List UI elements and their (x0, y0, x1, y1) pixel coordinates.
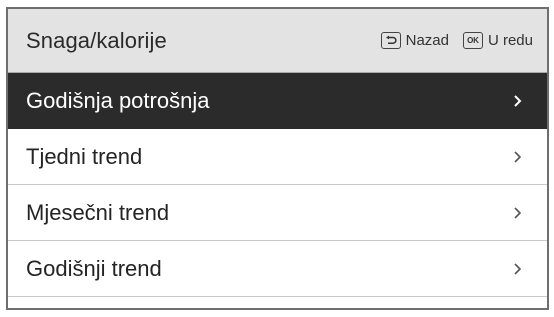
menu-item-annual-consumption[interactable]: Godišnja potrošnja (8, 73, 547, 129)
menu-item-weekly-trend[interactable]: Tjedni trend (8, 129, 547, 185)
chevron-right-icon (514, 262, 522, 275)
menu-item-label: Godišnji trend (26, 255, 162, 281)
ok-hint[interactable]: OK U redu (462, 32, 533, 49)
back-hint[interactable]: Nazad (380, 32, 449, 49)
chevron-right-icon (514, 150, 522, 163)
chevron-right-icon (514, 206, 522, 219)
page-title: Snaga/kalorije (26, 27, 167, 53)
chevron-right-icon (514, 94, 522, 107)
ok-key-icon: OK (462, 32, 483, 49)
menu-item-label: Godišnja potrošnja (26, 87, 210, 113)
ok-key-text: OK (467, 35, 479, 45)
back-label: Nazad (405, 32, 449, 49)
menu-item-label: Tjedni trend (26, 143, 143, 169)
ok-label: U redu (487, 32, 533, 49)
header-bar: Snaga/kalorije Nazad OK U redu (8, 9, 547, 73)
menu-item-label: Mjesečni trend (26, 199, 170, 225)
menu-item-monthly-trend[interactable]: Mjesečni trend (8, 185, 547, 241)
back-key-icon (380, 32, 401, 49)
settings-screen: Snaga/kalorije Nazad OK U redu Godišnja … (6, 7, 549, 310)
menu-item-annual-trend[interactable]: Godišnji trend (8, 241, 547, 297)
